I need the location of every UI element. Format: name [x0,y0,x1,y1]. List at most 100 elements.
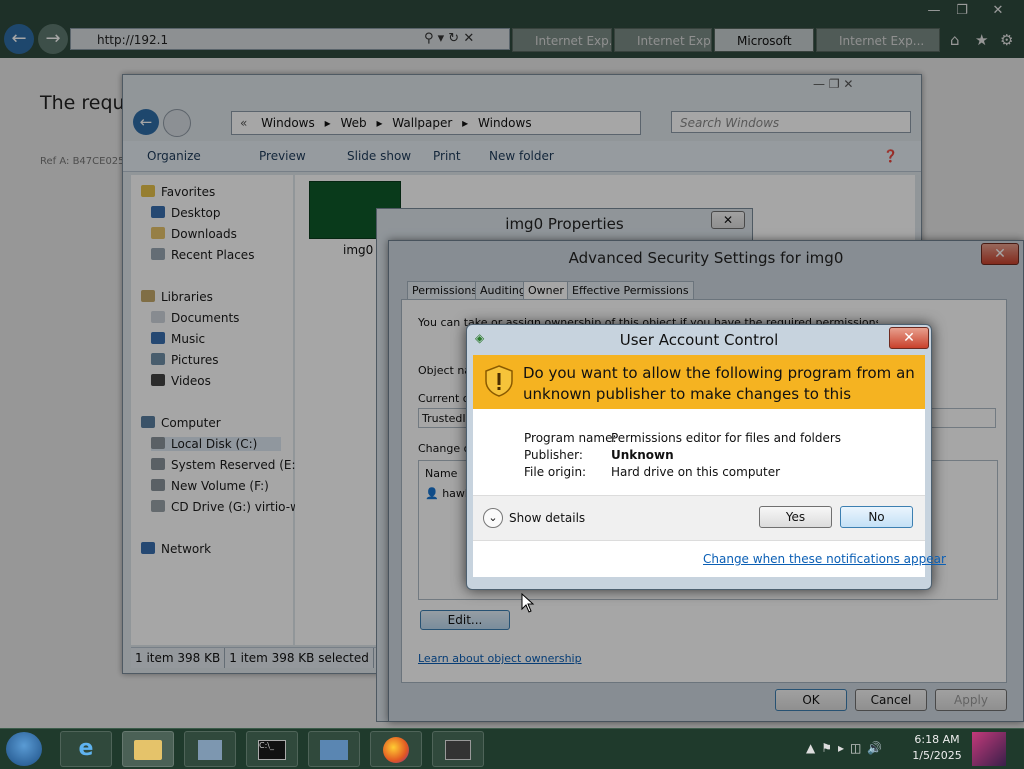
window-app-icon [445,740,471,760]
ok-button[interactable]: OK [775,689,847,711]
nav-computer[interactable]: Computer [141,416,221,430]
taskbar-app-3[interactable] [432,731,484,767]
app-icon [198,740,222,760]
edit-button[interactable]: Edit... [420,610,510,630]
command-prompt-icon: C:\_ [258,740,286,760]
taskbar-app-2[interactable] [308,731,360,767]
chevron-down-icon[interactable]: ⌄ [483,508,503,528]
breadcrumb-item[interactable]: Web [340,116,366,130]
preview-menu[interactable]: Preview [259,149,306,163]
file-name[interactable]: img0 [343,243,373,257]
breadcrumb-item[interactable]: Windows [478,116,532,130]
gear-icon[interactable]: ⚙ [1000,31,1013,49]
uac-dialog: ◈ User Account Control ✕ Do you want to … [466,324,946,590]
computer-icon [141,416,155,428]
slideshow-button[interactable]: Slide show [347,149,411,163]
music-icon [151,332,165,344]
nav-recent-places[interactable]: Recent Places [151,248,254,262]
show-details-link[interactable]: Show details [509,511,585,525]
taskbar-command-prompt[interactable]: C:\_ [246,731,298,767]
taskbar-explorer[interactable] [122,731,174,767]
change-notifications-link[interactable]: Change when these notifications appear [703,552,946,566]
minimize-icon[interactable]: — [922,2,946,20]
tab-permissions[interactable]: Permissions [407,281,483,300]
nav-cd-drive[interactable]: CD Drive (G:) virtio-w [151,500,300,514]
network-app-icon [320,740,348,760]
advanced-title: Advanced Security Settings for img0 [568,249,844,267]
favorites-star-icon[interactable]: ★ [975,31,988,49]
tab-effective-permissions[interactable]: Effective Permissions [567,281,694,300]
explorer-search-input[interactable]: Search Windows [671,111,911,133]
nav-libraries[interactable]: Libraries [141,290,213,304]
home-icon[interactable]: ⌂ [950,31,960,49]
nav-network[interactable]: Network [141,542,211,556]
user-avatar[interactable] [972,732,1006,766]
disk-icon [151,458,165,470]
list-item[interactable]: 👤 hawk [425,487,471,500]
back-icon[interactable]: ← [4,24,34,54]
browser-tab-3[interactable]: Microsoft [714,28,814,52]
folder-icon [134,740,162,760]
taskbar-app-1[interactable] [184,731,236,767]
name-column-header[interactable]: Name [425,467,457,480]
nav-pictures[interactable]: Pictures [151,353,219,367]
search-icon[interactable]: ⚲ ▾ ↻ ✕ [424,31,474,46]
properties-close-icon[interactable]: ✕ [711,211,745,229]
yes-button[interactable]: Yes [759,506,832,528]
organize-menu[interactable]: Organize [147,149,201,163]
uac-close-icon[interactable]: ✕ [889,327,929,349]
reference-text: Ref A: B47CE025 [40,156,125,167]
nav-system-reserved[interactable]: System Reserved (E:) [151,458,300,472]
nav-downloads[interactable]: Downloads [151,227,237,241]
browser-tab-2[interactable]: Internet Exp... [614,28,712,52]
taskbar-internet-explorer[interactable]: e [60,731,112,767]
nav-favorites[interactable]: Favorites [141,185,215,199]
properties-title: img0 Properties [505,215,624,233]
nav-local-disk[interactable]: Local Disk (C:) [151,437,282,451]
advanced-close-icon[interactable]: ✕ [981,243,1019,265]
libraries-icon [141,290,155,302]
print-button[interactable]: Print [433,149,461,163]
forward-icon[interactable]: → [38,24,68,54]
browser-tab-4[interactable]: Internet Exp... [816,28,940,52]
navigation-pane: Favorites Desktop Downloads Recent Place… [131,175,300,645]
user-icon: 👤 [425,487,439,500]
browser-frame: ← → http://192.1 ⚲ ▾ ↻ ✕ Internet Exp...… [0,0,1024,58]
videos-icon [151,374,165,386]
program-name-label: Program name: [524,431,617,445]
nav-new-volume[interactable]: New Volume (F:) [151,479,269,493]
learn-ownership-link[interactable]: Learn about object ownership [418,652,582,665]
help-icon[interactable]: ❓ [883,149,898,163]
system-tray-icons[interactable]: ▲⚑▸◫🔊 [806,741,888,755]
close-icon[interactable]: ✕ [986,2,1010,20]
nav-music[interactable]: Music [151,332,205,346]
browser-tab-1[interactable]: Internet Exp... [512,28,612,52]
no-button[interactable]: No [840,506,913,528]
uac-details-bar: ⌄ Show details Yes No [473,495,925,541]
new-folder-button[interactable]: New folder [489,149,554,163]
start-button[interactable] [6,732,42,766]
nav-videos[interactable]: Videos [151,374,211,388]
program-name-value: Permissions editor for files and folders [611,431,842,445]
apply-button[interactable]: Apply [935,689,1007,711]
file-origin-label: File origin: [524,465,587,479]
explorer-breadcrumb[interactable]: « Windows ▸ Web ▸ Wallpaper ▸ Windows [231,111,641,135]
explorer-forward-icon[interactable] [163,109,191,137]
maximize-icon[interactable]: ❐ [950,2,974,20]
breadcrumb-item[interactable]: Wallpaper [392,116,452,130]
clock-time[interactable]: 6:18 AM [912,733,962,746]
taskbar-firefox[interactable] [370,731,422,767]
internet-explorer-icon: e [78,736,94,761]
explorer-back-icon[interactable]: ← [133,109,159,135]
tab-owner[interactable]: Owner [523,281,569,301]
breadcrumb-item[interactable]: Windows [261,116,315,130]
explorer-window-controls[interactable]: — ❐ ✕ [813,77,913,95]
network-icon [141,542,155,554]
status-item-count: 1 item 398 KB [131,648,226,668]
clock-date[interactable]: 1/5/2025 [908,749,966,762]
downloads-icon [151,227,165,239]
nav-documents[interactable]: Documents [151,311,239,325]
star-icon [141,185,155,197]
nav-desktop[interactable]: Desktop [151,206,221,220]
cancel-button[interactable]: Cancel [855,689,927,711]
